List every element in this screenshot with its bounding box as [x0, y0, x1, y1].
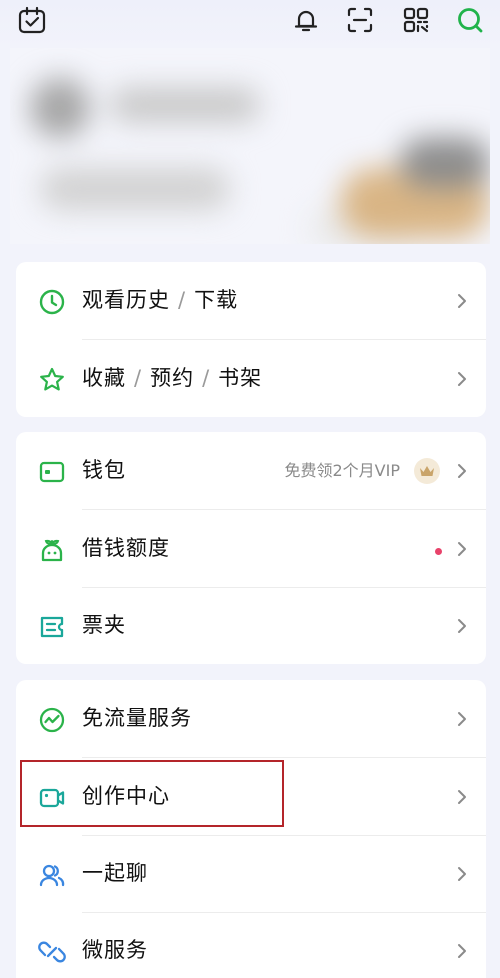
creator-center-row[interactable]: 创作中心 [16, 758, 486, 835]
finance-card: 钱包 免费领2个月VIP 借钱额度 票夹 [16, 432, 486, 664]
micro-services-label: 微服务 [82, 938, 148, 962]
tickets-label: 票夹 [82, 613, 126, 637]
wallet-label: 钱包 [82, 458, 126, 482]
history-favorites-card: 观看历史 / 下载 收藏 / 预约 / 书架 [16, 262, 486, 417]
credit-label: 借钱额度 [82, 536, 170, 560]
people-icon [38, 861, 66, 889]
chevron-right-icon [458, 619, 466, 633]
chevron-right-icon [458, 867, 466, 881]
chat-together-row[interactable]: 一起聊 [16, 835, 486, 912]
history-download-label: 观看历史 / 下载 [82, 288, 239, 312]
chevron-right-icon [458, 944, 466, 958]
chevron-right-icon [458, 542, 466, 556]
qr-code-icon[interactable] [400, 4, 432, 36]
chevron-right-icon [458, 294, 466, 308]
favorites-row[interactable]: 收藏 / 预约 / 书架 [16, 340, 486, 417]
vip-promo-text[interactable]: 免费领2个月VIP [285, 460, 401, 482]
link-icon [38, 938, 66, 966]
wallet-row[interactable]: 钱包 免费领2个月VIP [16, 432, 486, 509]
star-icon [38, 366, 66, 394]
scan-icon[interactable] [344, 4, 376, 36]
video-camera-icon [38, 784, 66, 812]
history-download-row[interactable]: 观看历史 / 下载 [16, 262, 486, 339]
micro-services-row[interactable]: 微服务 [16, 912, 486, 978]
wave-chart-icon [38, 706, 66, 734]
calendar-check-icon[interactable] [16, 4, 48, 36]
services-card: 免流量服务 创作中心 一起聊 微服务 [16, 680, 486, 978]
creator-center-label: 创作中心 [82, 784, 170, 808]
credit-row[interactable]: 借钱额度 [16, 510, 486, 587]
favorites-label: 收藏 / 预约 / 书架 [82, 366, 263, 390]
free-data-label: 免流量服务 [82, 706, 192, 730]
chat-together-label: 一起聊 [82, 861, 148, 885]
top-bar [0, 0, 500, 48]
chevron-right-icon [458, 712, 466, 726]
search-icon[interactable] [454, 4, 486, 36]
wallet-icon [38, 458, 66, 486]
ticket-icon [38, 613, 66, 641]
tickets-row[interactable]: 票夹 [16, 587, 486, 664]
profile-banner[interactable] [10, 48, 490, 244]
free-data-row[interactable]: 免流量服务 [16, 680, 486, 757]
crown-icon [414, 458, 440, 484]
clock-icon [38, 288, 66, 316]
chevron-right-icon [458, 372, 466, 386]
chevron-right-icon [458, 464, 466, 478]
chevron-right-icon [458, 790, 466, 804]
bell-icon[interactable] [290, 4, 322, 36]
sprout-icon [38, 536, 66, 564]
notification-dot [435, 548, 442, 555]
